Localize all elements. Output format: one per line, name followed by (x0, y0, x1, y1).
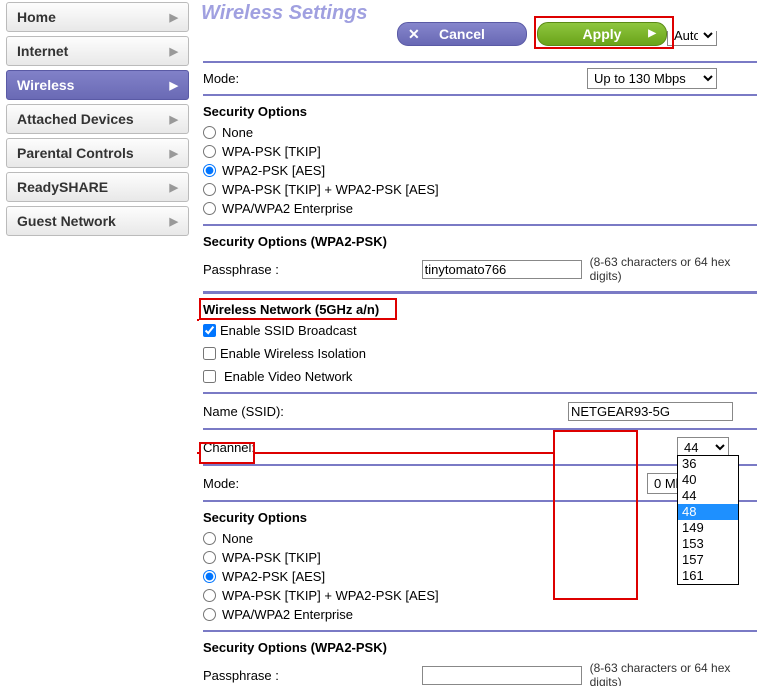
chevron-right-icon: ▶ (170, 45, 178, 58)
apply-label: Apply (583, 26, 622, 42)
divider (203, 392, 757, 394)
passphrase-24-hint: (8-63 characters or 64 hex digits) (590, 255, 757, 283)
channel-opt-40[interactable]: 40 (678, 472, 738, 488)
nav-label: Home (17, 9, 56, 25)
sec5-enterprise-label: WPA/WPA2 Enterprise (222, 607, 353, 622)
nav-home[interactable]: Home ▶ (6, 2, 189, 32)
sec24-wpa2-aes-label: WPA2-PSK [AES] (222, 163, 325, 178)
mode-5-label: Mode: (203, 476, 433, 491)
divider (203, 291, 757, 294)
mode-24-label: Mode: (203, 71, 433, 86)
nav-label: Wireless (17, 77, 74, 93)
sec24-enterprise-label: WPA/WPA2 Enterprise (222, 201, 353, 216)
sec24-none-radio[interactable] (203, 126, 216, 139)
divider (203, 94, 757, 96)
channel-5-label: Channel: (203, 440, 433, 455)
band-5ghz-section: Wireless Network (5GHz a/n) Enable SSID … (203, 302, 757, 686)
cancel-button[interactable]: ✕ Cancel (397, 22, 527, 46)
nav-wireless[interactable]: Wireless ▶ (6, 70, 189, 100)
sec5-none-radio[interactable] (203, 532, 216, 545)
channel-opt-149[interactable]: 149 (678, 520, 738, 536)
nav-label: Guest Network (17, 213, 116, 229)
nav-readyshare[interactable]: ReadySHARE ▶ (6, 172, 189, 202)
passphrase-5-hint: (8-63 characters or 64 hex digits) (590, 661, 757, 686)
sec5-enterprise-radio[interactable] (203, 608, 216, 621)
passphrase-24-label: Passphrase : (203, 262, 422, 277)
arrow-right-icon: ▶ (648, 28, 656, 39)
nav-label: ReadySHARE (17, 179, 108, 195)
enable-isolation-checkbox[interactable] (203, 347, 216, 360)
sec5-wpa2-aes-label: WPA2-PSK [AES] (222, 569, 325, 584)
ssid-5-label: Name (SSID): (203, 404, 433, 419)
sec24-enterprise-radio[interactable] (203, 202, 216, 215)
channel-opt-157[interactable]: 157 (678, 552, 738, 568)
nav-label: Attached Devices (17, 111, 134, 127)
cancel-label: Cancel (439, 26, 485, 42)
security-options-24-title: Security Options (203, 104, 757, 119)
sec5-wpa-tkip-label: WPA-PSK [TKIP] (222, 550, 321, 565)
nav-label: Internet (17, 43, 68, 59)
enable-isolation-label: Enable Wireless Isolation (220, 346, 366, 361)
apply-button[interactable]: Apply ▶ (537, 22, 667, 46)
sec5-wpa2-aes-radio[interactable] (203, 570, 216, 583)
passphrase-5-input[interactable] (422, 666, 582, 685)
divider (203, 464, 757, 466)
nav-attached-devices[interactable]: Attached Devices ▶ (6, 104, 189, 134)
channel-opt-44[interactable]: 44 (678, 488, 738, 504)
passphrase-24-input[interactable] (422, 260, 582, 279)
sec24-mixed-radio[interactable] (203, 183, 216, 196)
sec24-none-label: None (222, 125, 253, 140)
nav-parental-controls[interactable]: Parental Controls ▶ (6, 138, 189, 168)
channel-opt-48[interactable]: 48 (678, 504, 738, 520)
chevron-right-icon: ▶ (170, 79, 178, 92)
nav-internet[interactable]: Internet ▶ (6, 36, 189, 66)
sec5-wpa-tkip-radio[interactable] (203, 551, 216, 564)
sec5-none-label: None (222, 531, 253, 546)
divider (203, 428, 757, 430)
channel-24-select[interactable]: Auto (667, 31, 717, 46)
sec24-wpa-tkip-label: WPA-PSK [TKIP] (222, 144, 321, 159)
sidebar: Home ▶ Internet ▶ Wireless ▶ Attached Devic… (0, 0, 197, 686)
highlight-connector-v (197, 319, 199, 454)
enable-ssid-checkbox[interactable] (203, 324, 216, 337)
sec24-wpa2-aes-radio[interactable] (203, 164, 216, 177)
main-content: Wireless Settings ✕ Cancel Apply ▶ Auto … (197, 0, 767, 686)
divider (203, 61, 757, 63)
divider (203, 630, 757, 632)
chevron-right-icon: ▶ (170, 113, 178, 126)
chevron-right-icon: ▶ (170, 215, 178, 228)
band5-title: Wireless Network (5GHz a/n) (203, 302, 757, 317)
channel-opt-161[interactable]: 161 (678, 568, 738, 584)
nav-label: Parental Controls (17, 145, 134, 161)
enable-video-label: Enable Video Network (224, 369, 352, 384)
passphrase-5-label: Passphrase : (203, 668, 422, 683)
enable-ssid-label: Enable SSID Broadcast (220, 323, 357, 338)
sec5-mixed-label: WPA-PSK [TKIP] + WPA2-PSK [AES] (222, 588, 439, 603)
x-icon: ✕ (408, 26, 420, 43)
wpa2psk-5-title: Security Options (WPA2-PSK) (203, 640, 757, 655)
ssid-5-input[interactable] (568, 402, 733, 421)
divider (203, 224, 757, 226)
sec24-mixed-label: WPA-PSK [TKIP] + WPA2-PSK [AES] (222, 182, 439, 197)
channel-opt-153[interactable]: 153 (678, 536, 738, 552)
chevron-right-icon: ▶ (170, 11, 178, 24)
sec5-mixed-radio[interactable] (203, 589, 216, 602)
divider (203, 500, 757, 502)
enable-video-checkbox[interactable] (203, 370, 216, 383)
chevron-right-icon: ▶ (170, 181, 178, 194)
security-options-5-title: Security Options (203, 510, 757, 525)
chevron-right-icon: ▶ (170, 147, 178, 160)
channel-opt-36[interactable]: 36 (678, 456, 738, 472)
nav-guest-network[interactable]: Guest Network ▶ (6, 206, 189, 236)
sec24-wpa-tkip-radio[interactable] (203, 145, 216, 158)
channel-5-dropdown[interactable]: 36 40 44 48 149 153 157 161 (677, 455, 739, 585)
mode-24-select[interactable]: Up to 130 Mbps (587, 68, 717, 89)
wpa2psk-24-title: Security Options (WPA2-PSK) (203, 234, 757, 249)
